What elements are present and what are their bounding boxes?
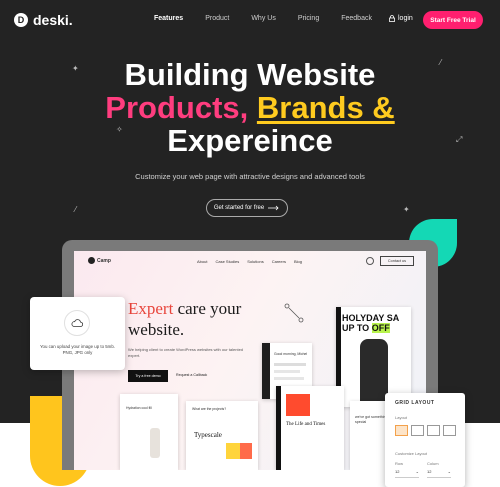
get-started-label: Get started for free <box>213 205 265 211</box>
mockup-callback-link: Request a Callback <box>176 373 208 377</box>
hero-line-3: Expereince <box>167 123 333 158</box>
mockup-heading-line2: website. <box>128 320 185 339</box>
layout-option-3[interactable] <box>427 425 440 436</box>
chevron-down-icon: ⌄ <box>415 469 419 474</box>
arrow-right-icon <box>268 205 279 211</box>
dashboard-bars <box>274 370 300 373</box>
decor-line-icon <box>284 303 304 323</box>
get-started-button[interactable]: Get started for free <box>206 199 288 217</box>
layout-option-1[interactable] <box>395 425 408 436</box>
mockup-link: Case Studies <box>215 259 240 264</box>
logo-icon: D <box>14 13 28 27</box>
brand-logo[interactable]: D deski. <box>14 12 73 28</box>
mockup-heading-accent: Expert <box>128 299 174 318</box>
mockup-link: Blog <box>293 259 302 264</box>
column-label: Colum <box>427 461 439 466</box>
sparkle-icon: ✦ <box>403 205 410 214</box>
search-prompt: What are the projects? <box>192 407 227 411</box>
mockup-typescale-card: What are the projects? Typescale <box>186 401 258 470</box>
row-select[interactable]: 12 ⌄ <box>395 469 419 478</box>
upload-hint: You can upload your image up to 5mb. PNG… <box>39 344 116 355</box>
mockup-search-icon <box>366 257 374 265</box>
mockup-article-card: The Life and Times <box>276 386 344 470</box>
article-title: The Life and Times <box>286 422 326 427</box>
mockup-heading: Expert care your website. <box>128 298 241 340</box>
start-free-trial-button[interactable]: Start Free Trial <box>423 11 483 29</box>
dashboard-bars <box>274 377 304 380</box>
lock-icon <box>389 15 395 22</box>
login-link[interactable]: login <box>389 15 413 22</box>
hero-heading: Building Website Products, Brands & Expe… <box>0 58 500 157</box>
login-label: login <box>398 15 413 22</box>
layout-label: Layout <box>395 415 408 420</box>
mockup-holiday-poster: HOLYDAY SA UP TO OFF <box>336 307 411 407</box>
dashboard-sidebar <box>262 343 270 399</box>
nav-link-pricing[interactable]: Pricing <box>298 15 319 22</box>
mockup-description: We helping client to create WordPress we… <box>128 347 244 358</box>
layout-option-2[interactable] <box>411 425 424 436</box>
top-nav: D deski. Features Product Why Us Pricing… <box>0 0 500 40</box>
mockup-heading-rest: care your <box>173 299 242 318</box>
mockup-nav-links: About Case Studies Solutions Careers Blo… <box>197 259 302 264</box>
mockup-nav: Camp About Case Studies Solutions Career… <box>74 251 426 271</box>
mockup-logo-icon <box>88 257 95 264</box>
hero-accent-yellow: Brands & <box>256 90 395 125</box>
dashboard-bars <box>274 363 306 366</box>
mockup-logo: Camp <box>88 257 111 264</box>
sparkle-icon: ⁄ <box>75 205 77 214</box>
chevron-down-icon: ⌄ <box>447 469 451 474</box>
nav-link-feedback[interactable]: Feedback <box>341 15 372 22</box>
grid-panel-title: GRID LAYOUT <box>395 400 435 406</box>
dashboard-greeting: Good morning, Michel <box>274 352 308 356</box>
nav-link-product[interactable]: Product <box>205 15 229 22</box>
product-title: Hydration cool fill <box>126 406 152 410</box>
hero-accent-pink: Products, <box>105 90 249 125</box>
mockup-link: About <box>197 259 208 264</box>
hero-line-1: Building Website <box>124 57 376 92</box>
typescale-label: Typescale <box>194 431 222 439</box>
nav-link-why-us[interactable]: Why Us <box>251 15 276 22</box>
typescale-swatch <box>240 443 252 459</box>
mockup-product-card: Hydration cool fill <box>120 394 178 470</box>
customize-layout-label: Customize Layout <box>395 451 428 456</box>
article-sidebar <box>276 386 281 470</box>
layout-options <box>395 425 456 436</box>
row-label: Row <box>395 461 404 466</box>
typescale-swatch <box>226 443 240 459</box>
layout-option-4[interactable] <box>443 425 456 436</box>
cloud-upload-icon <box>64 310 90 336</box>
mockup-link: Solutions <box>247 259 264 264</box>
hero-subtitle: Customize your web page with attractive … <box>135 172 365 181</box>
poster-text: HOLYDAY SA UP TO OFF <box>342 313 400 333</box>
product-bottle-image <box>150 428 160 458</box>
poster-model-image <box>360 339 388 405</box>
mockup-logo-text: Camp <box>97 257 111 264</box>
mockup-screen: Camp About Case Studies Solutions Career… <box>74 251 426 470</box>
brand-name: deski. <box>33 12 73 28</box>
upload-card[interactable]: You can upload your image up to 5mb. PNG… <box>30 297 125 370</box>
column-select[interactable]: 12 ⌄ <box>427 469 451 478</box>
grid-layout-panel: GRID LAYOUT Layout Customize Layout Row … <box>385 393 465 487</box>
article-image <box>286 394 310 416</box>
nav-links: Features Product Why Us Pricing Feedback <box>154 15 394 22</box>
mockup-contact-button: Contact us <box>380 256 414 266</box>
mockup-demo-button: Try a free demo <box>128 370 168 382</box>
nav-link-features[interactable]: Features <box>154 15 183 22</box>
mockup-link: Careers <box>271 259 286 264</box>
hero-line-2: Products, Brands & <box>0 91 500 124</box>
